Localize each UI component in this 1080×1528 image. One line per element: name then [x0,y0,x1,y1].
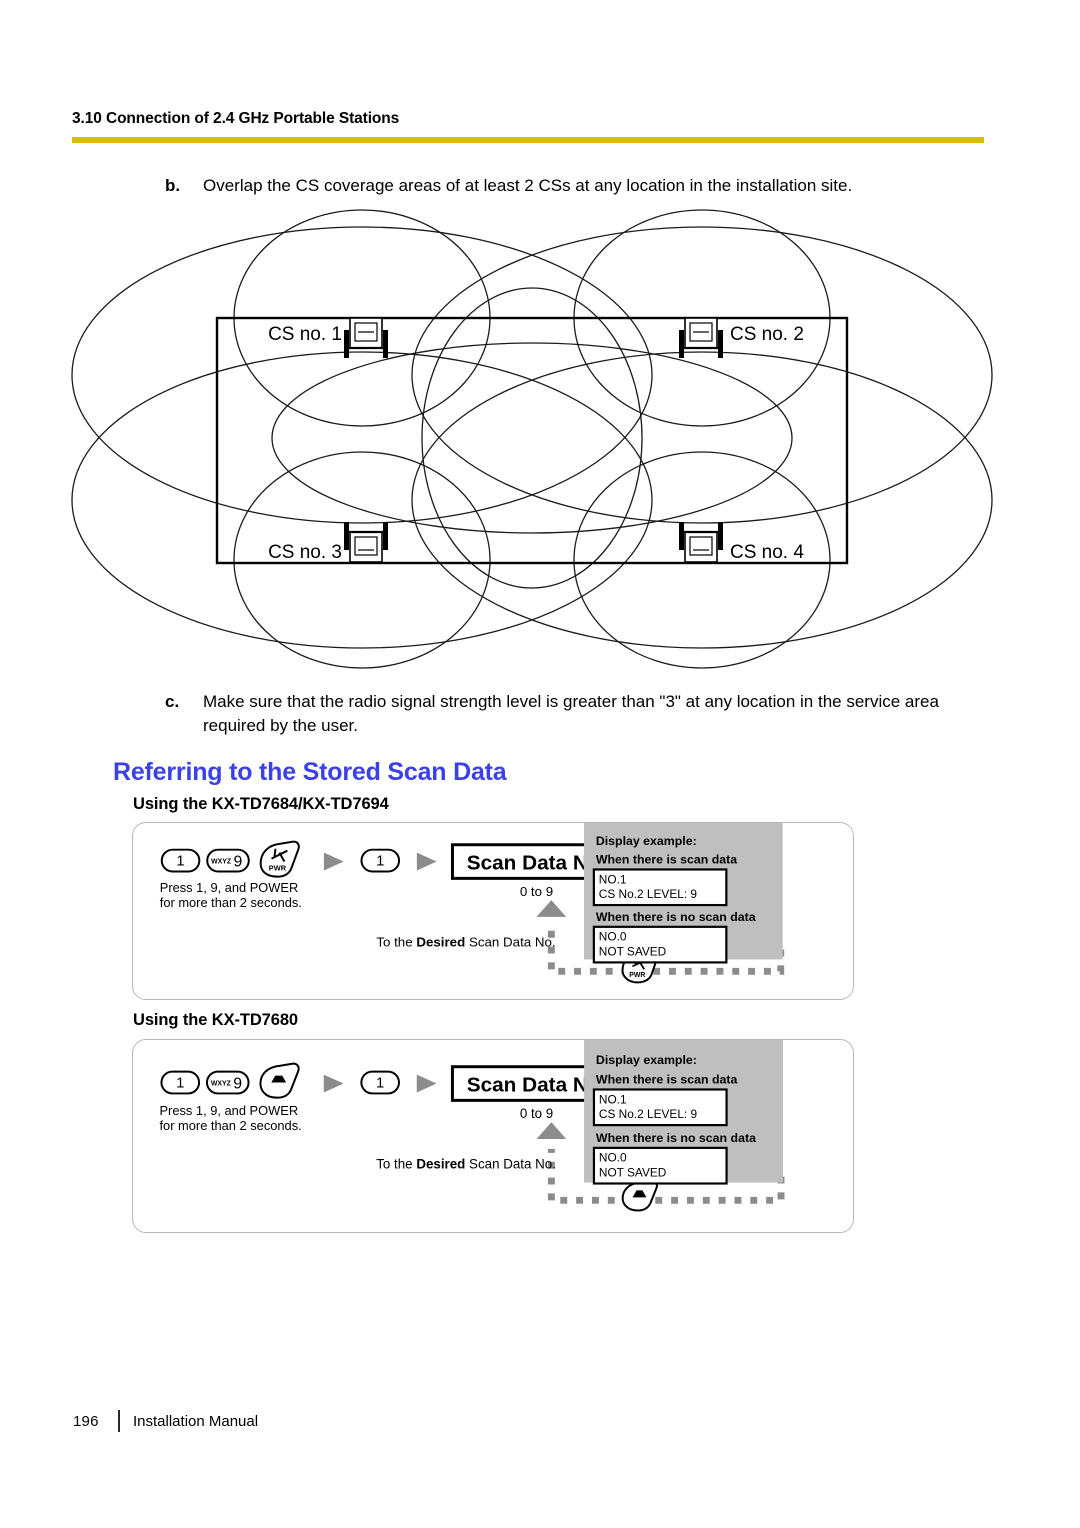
flow-arrow-icon [323,1074,344,1093]
display-case-2-title: When there is no scan data [596,1131,756,1145]
section-header-title: 3.10 Connection of 2.4 GHz Portable Stat… [72,110,400,127]
cs-coverage-overlap-diagram: CS no. 1 CS no. 2 CS no. 3 CS no. 4 [71,209,993,669]
footer-manual-title: Installation Manual [133,1413,259,1430]
loop-power-off-key-icon[interactable] [621,1179,658,1212]
flow-arrow-icon [416,1074,437,1093]
header-divider-rule [72,137,984,143]
loop-note-suffix: Scan Data No. [465,1157,556,1172]
press-note-line-2: for more than 2 seconds. [160,895,302,910]
loop-note-suffix: Scan Data No. [465,935,555,950]
press-note-line-1: Press 1, 9, and POWER [160,880,298,895]
display-case-2-line-2: NOT SAVED [599,1166,666,1180]
display-example-panel: Display example: When there is scan data… [584,1040,783,1185]
display-case-1-line-2: CS No.2 LEVEL: 9 [599,887,698,901]
display-case-2-line-2: NOT SAVED [599,944,666,958]
cs-station-icon-3 [344,522,388,563]
display-example-panel: Display example: When there is scan data… [583,823,783,964]
power-off-key-icon[interactable] [259,1062,300,1099]
display-case-1-line-1: NO.1 [599,1092,627,1106]
step-b-label: b. [165,176,181,195]
display-case-2-line-1: NO.0 [599,930,627,944]
step-b-text: Overlap the CS coverage areas of at leas… [203,176,853,195]
key-1-icon[interactable]: 1 [160,1070,201,1095]
power-key-label: PWR [269,863,287,872]
loop-note-prefix: To the [376,1157,416,1172]
cs-label-2: CS no. 2 [730,324,804,345]
second-key-1-label: 1 [376,854,384,870]
return-loop-arrow-icon [536,1122,567,1139]
power-antenna-key-icon[interactable]: PWR [259,840,300,878]
procedure-panel-kx-td7684-7694: 1 WXYZ 9 PWR Press 1, 9, and POWER for m… [132,822,854,1000]
key-9-sublabel: WXYZ [211,859,232,866]
step-c-label: c. [165,692,180,711]
press-note-line-1: Press 1, 9, and POWER [159,1103,298,1118]
second-key-1-icon[interactable]: 1 [360,1070,400,1095]
flow-arrow-icon [416,852,437,871]
scan-data-range-label: 0 to 9 [520,1106,553,1121]
second-key-1-icon[interactable]: 1 [360,848,401,873]
display-example-title: Display example: [596,834,697,848]
subheading-kx-td7680: Using the KX-TD7680 [133,1011,298,1029]
footer-divider [118,1410,120,1432]
display-example-title: Display example: [596,1053,697,1067]
key-1-label: 1 [176,1076,184,1092]
key-9-icon[interactable]: WXYZ 9 [205,1070,250,1095]
procedure-panel-kx-td7680: 1 WXYZ 9 Press 1, 9, and POWER for more … [132,1039,854,1233]
loop-note: To the Desired Scan Data No. [376,1157,556,1172]
document-page: 3.10 Connection of 2.4 GHz Portable Stat… [0,0,1080,1528]
step-b-paragraph: b. Overlap the CS coverage areas of at l… [165,174,995,198]
cs-label-4: CS no. 4 [730,542,804,563]
press-note-line-2: for more than 2 seconds. [159,1118,301,1133]
subheading-kx-td7684-7694: Using the KX-TD7684/KX-TD7694 [133,795,389,813]
loop-note-bold: Desired [416,935,465,950]
cs-label-1: CS no. 1 [268,324,342,345]
key-9-sublabel: WXYZ [211,1081,232,1088]
return-loop-arrow-icon [536,900,567,917]
loop-power-key-label: PWR [629,972,645,979]
key-1-label: 1 [176,854,184,870]
display-case-1-line-1: NO.1 [599,872,627,886]
key-9-label: 9 [233,1075,242,1092]
footer-page-number: 196 [73,1413,99,1430]
key-9-icon[interactable]: WXYZ 9 [206,848,250,873]
step-c-text: Make sure that the radio signal strength… [203,692,939,736]
loop-note: To the Desired Scan Data No. [376,935,555,950]
display-case-1-title: When there is scan data [596,853,737,867]
second-key-1-label: 1 [376,1076,384,1092]
display-case-2-title: When there is no scan data [596,910,756,924]
display-case-1-title: When there is scan data [596,1073,738,1087]
cs-label-3: CS no. 3 [268,542,342,563]
step-c-paragraph: c. Make sure that the radio signal stren… [165,690,1000,738]
scan-data-range-label: 0 to 9 [520,884,553,899]
loop-note-prefix: To the [376,935,416,950]
flow-arrow-icon [323,852,344,871]
key-1-icon[interactable]: 1 [160,848,201,873]
display-case-1-line-2: CS No.2 LEVEL: 9 [599,1107,698,1121]
page-title: Referring to the Stored Scan Data [113,758,507,786]
loop-note-bold: Desired [416,1157,465,1172]
cs-station-icon-4 [679,522,723,563]
display-case-2-line-1: NO.0 [599,1151,627,1165]
key-9-label: 9 [234,854,243,871]
